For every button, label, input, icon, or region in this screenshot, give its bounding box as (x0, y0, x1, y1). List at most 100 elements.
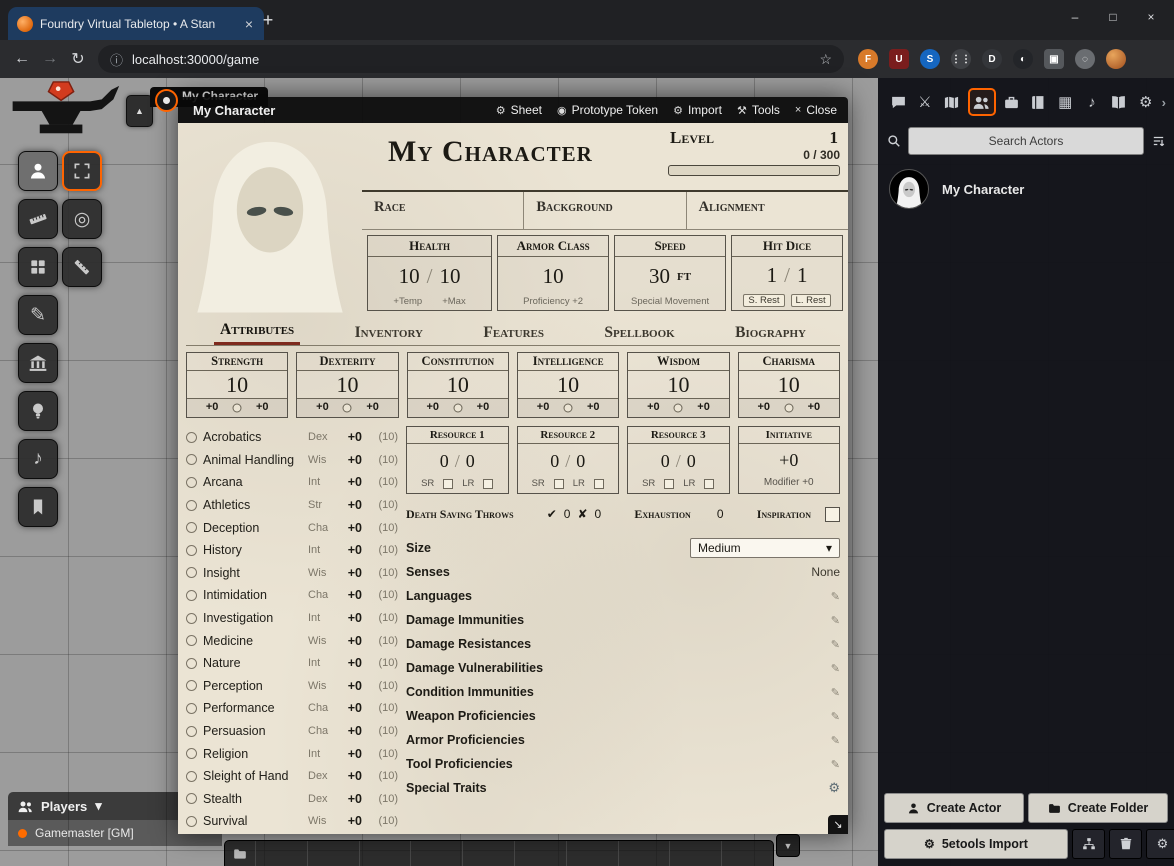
ability-save[interactable]: +0 (678, 399, 728, 417)
death-success-icon[interactable]: ✔ (547, 507, 557, 521)
minimize-button[interactable]: – (1056, 2, 1094, 32)
maximize-button[interactable]: □ (1094, 2, 1132, 32)
detail-field-input[interactable]: Race (362, 192, 524, 229)
url-text[interactable]: localhost:30000/game (132, 52, 810, 67)
tiles-tool-button[interactable] (18, 247, 58, 287)
xp-value[interactable]: 0 / 300 (668, 148, 840, 162)
sort-icon[interactable] (1151, 134, 1166, 148)
scenes-tab-icon[interactable] (941, 91, 963, 113)
target-tool-button[interactable]: ◎ (62, 199, 102, 239)
resource-value[interactable]: 0 (440, 451, 449, 472)
chat-tab-icon[interactable] (887, 91, 909, 113)
create-actor-button[interactable]: Create Actor (884, 793, 1024, 823)
items-tab-icon[interactable] (1000, 91, 1022, 113)
edit-trait-icon[interactable]: ✎ (831, 758, 840, 771)
site-info-icon[interactable]: ⓘ (110, 50, 123, 69)
character-name-input[interactable]: My Character (388, 135, 593, 169)
address-bar[interactable]: ⓘ localhost:30000/game ☆ (98, 45, 844, 73)
lr-checkbox[interactable] (594, 479, 604, 489)
extension-icon[interactable] (1106, 49, 1126, 69)
hd-max[interactable]: 1 (797, 263, 808, 288)
extension-icon[interactable]: D (982, 49, 1002, 69)
ability-label[interactable]: Strength (187, 353, 287, 371)
senses-value[interactable]: None (811, 565, 840, 579)
hd-current[interactable]: 1 (767, 263, 778, 288)
skill-row[interactable]: Insight Wis +0 (10) (186, 562, 398, 585)
macro-folder-icon[interactable] (225, 841, 255, 866)
ability-save[interactable]: +0 (458, 399, 508, 417)
reload-button[interactable]: ↻ (64, 49, 92, 69)
skill-row[interactable]: Athletics Str +0 (10) (186, 494, 398, 517)
collapse-controls-button[interactable]: ▲ (126, 95, 153, 127)
extension-icon[interactable]: F (858, 49, 878, 69)
back-button[interactable]: ← (8, 50, 36, 68)
death-fail-count[interactable]: 0 (595, 507, 602, 521)
edit-trait-icon[interactable]: ✎ (831, 686, 840, 699)
forward-button[interactable]: → (36, 50, 64, 68)
character-portrait[interactable] (178, 123, 362, 313)
macro-slot[interactable] (307, 841, 359, 866)
actors-tab-icon[interactable] (968, 88, 996, 116)
lr-checkbox[interactable] (704, 479, 714, 489)
sheet-tab[interactable]: Spellbook (598, 322, 680, 345)
settings-tab-icon[interactable]: ⚙ (1135, 91, 1157, 113)
edit-trait-icon[interactable]: ✎ (831, 638, 840, 651)
detail-field-input[interactable]: Alignment (687, 192, 848, 229)
ability-proficiency-toggle[interactable] (674, 404, 683, 413)
pinned-token-icon[interactable] (155, 89, 178, 112)
select-tokens-tool-button[interactable] (62, 151, 102, 191)
skill-proficiency-toggle[interactable] (186, 477, 197, 488)
death-success-count[interactable]: 0 (564, 507, 571, 521)
macro-slot[interactable] (618, 841, 670, 866)
sheet-tab[interactable]: Inventory (349, 322, 429, 345)
notes-tool-button[interactable] (18, 487, 58, 527)
speed-value-input[interactable]: 30 (649, 264, 670, 289)
size-select[interactable]: Medium ▾ (690, 538, 840, 558)
macro-slot[interactable] (721, 841, 773, 866)
ability-proficiency-toggle[interactable] (343, 404, 352, 413)
death-fail-icon[interactable]: ✘ (577, 507, 587, 521)
macro-slot[interactable] (359, 841, 411, 866)
macro-slot[interactable] (410, 841, 462, 866)
sheet-tab[interactable]: Attributes (214, 319, 300, 345)
skill-row[interactable]: Performance Cha +0 (10) (186, 697, 398, 720)
detail-field-input[interactable]: Background (524, 192, 686, 229)
skill-row[interactable]: Investigation Int +0 (10) (186, 607, 398, 630)
inspiration-checkbox[interactable] (825, 507, 840, 522)
skill-proficiency-toggle[interactable] (186, 658, 197, 669)
ac-value[interactable]: 10 (543, 264, 564, 289)
lighting-tool-button[interactable] (18, 391, 58, 431)
hotbar-page-button[interactable]: ▼ (776, 834, 800, 857)
sheet-tab[interactable]: Features (477, 322, 550, 345)
ability-proficiency-toggle[interactable] (564, 404, 573, 413)
skill-proficiency-toggle[interactable] (186, 771, 197, 782)
ability-save[interactable]: +0 (237, 399, 287, 417)
ability-mod[interactable]: +0 (408, 399, 458, 417)
skill-row[interactable]: Nature Int +0 (10) (186, 652, 398, 675)
playlists-tab-icon[interactable]: ♪ (1081, 91, 1103, 113)
extension-icon[interactable]: ⋮⋮ (951, 49, 971, 69)
special-traits-gear-icon[interactable]: ⚙ (828, 780, 840, 796)
sheet-tab[interactable]: Biography (729, 322, 812, 345)
hp-tempmax-label[interactable]: +Max (442, 296, 466, 307)
resource-value[interactable]: 0 (661, 451, 670, 472)
close-window-button[interactable]: × (1132, 2, 1170, 32)
skill-row[interactable]: Deception Cha +0 (10) (186, 516, 398, 539)
search-actors-input[interactable] (908, 127, 1144, 155)
macro-slot[interactable] (514, 841, 566, 866)
ability-label[interactable]: Charisma (739, 353, 839, 371)
ability-score-input[interactable]: 10 (408, 371, 508, 398)
short-rest-button[interactable]: S. Rest (743, 294, 784, 307)
resource-max[interactable]: 0 (576, 451, 585, 472)
resource-label[interactable]: Resource 1 (407, 427, 508, 444)
skill-row[interactable]: Acrobatics Dex +0 (10) (186, 426, 398, 449)
level-value[interactable]: 1 (830, 128, 839, 148)
ability-proficiency-toggle[interactable] (233, 404, 242, 413)
ability-mod[interactable]: +0 (739, 399, 789, 417)
skill-row[interactable]: Religion Int +0 (10) (186, 742, 398, 765)
configure-button[interactable]: ⚙ (1146, 829, 1174, 859)
ability-score-input[interactable]: 10 (739, 371, 839, 398)
import-button[interactable]: ⚙ Import (673, 103, 722, 117)
edit-trait-icon[interactable]: ✎ (831, 662, 840, 675)
actor-list-item[interactable]: My Character (878, 162, 1174, 216)
